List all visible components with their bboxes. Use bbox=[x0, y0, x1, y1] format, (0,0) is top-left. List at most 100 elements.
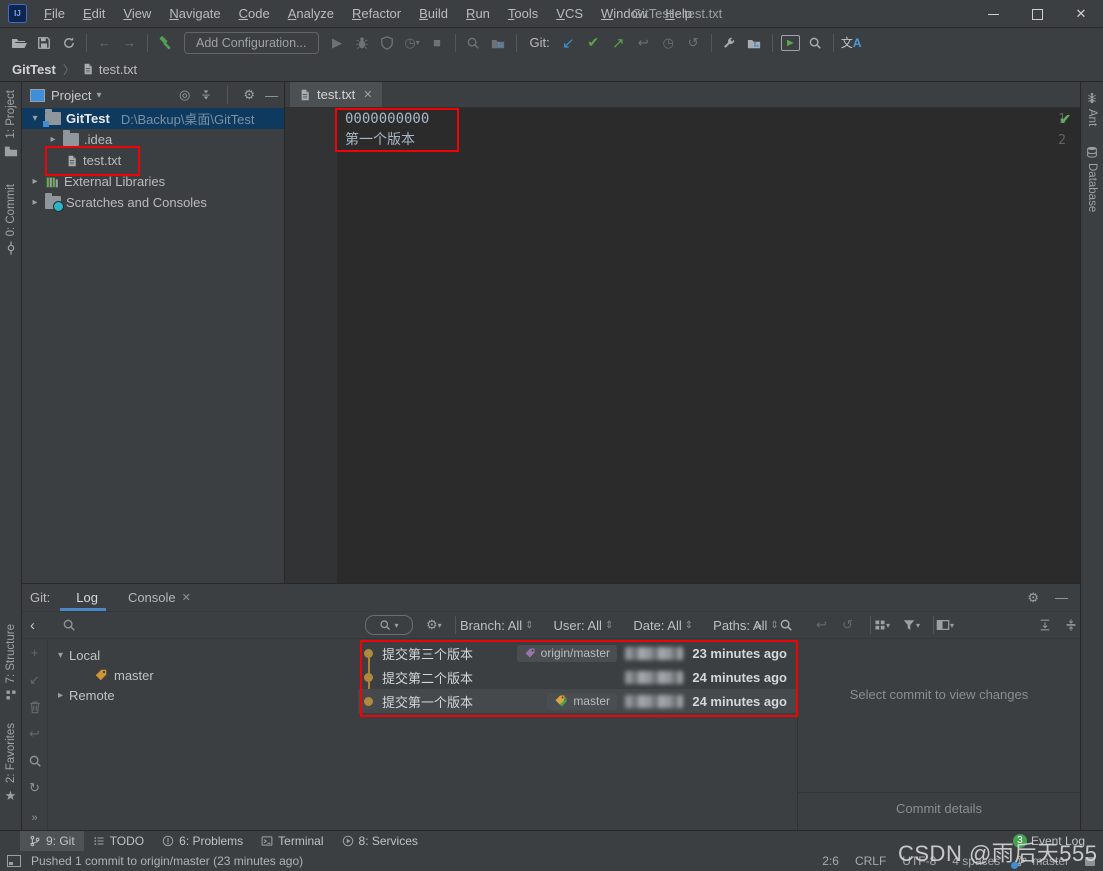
profiler-icon[interactable]: ◷ ▾ bbox=[400, 31, 425, 55]
caret-position[interactable]: 2:6 bbox=[822, 854, 839, 868]
code-line-2[interactable]: 第一个版本 bbox=[345, 130, 415, 151]
git-push-icon[interactable]: ↗ bbox=[606, 31, 631, 55]
toolwindow-todo[interactable]: TODO bbox=[84, 831, 153, 851]
project-structure-icon[interactable] bbox=[742, 31, 767, 55]
menu-file[interactable]: File bbox=[35, 0, 74, 28]
collapse-branches-icon[interactable]: ‹ bbox=[30, 612, 35, 638]
sidebar-item-commit[interactable]: 0: Commit bbox=[4, 184, 18, 255]
layout-icon[interactable]: ▾ bbox=[936, 612, 954, 638]
menu-refactor[interactable]: Refactor bbox=[343, 0, 410, 28]
open-icon[interactable] bbox=[6, 31, 31, 55]
editor-tab-testtxt[interactable]: test.txt ✕ bbox=[290, 82, 382, 107]
sidebar-item-structure[interactable]: 7: Structure bbox=[5, 624, 17, 700]
rollback-icon[interactable]: ↺ bbox=[681, 31, 706, 55]
sidebar-item-ant[interactable]: Ant bbox=[1086, 92, 1098, 126]
sidebar-item-database[interactable]: Database bbox=[1086, 146, 1098, 213]
branches-group-remote[interactable]: ▸ Remote bbox=[48, 685, 358, 705]
chevron-down-icon[interactable]: ▾ bbox=[30, 113, 40, 124]
add-icon[interactable]: + bbox=[22, 639, 47, 666]
filter-branch[interactable]: Branch: All ⇕ bbox=[460, 618, 534, 633]
settings-gear-icon[interactable]: ⚙ bbox=[1027, 590, 1039, 606]
toolwindow-terminal[interactable]: Terminal bbox=[252, 831, 332, 851]
maximize-button[interactable] bbox=[1015, 0, 1059, 28]
settings-gear-icon[interactable]: ⚙ bbox=[243, 87, 255, 103]
debug-bug-icon[interactable] bbox=[350, 31, 375, 55]
terminal-run-icon[interactable]: ▶ bbox=[778, 31, 803, 55]
tree-row-external-libraries[interactable]: ▸ External Libraries bbox=[22, 171, 284, 192]
coverage-icon[interactable] bbox=[375, 31, 400, 55]
breadcrumb-file[interactable]: test.txt bbox=[99, 62, 137, 77]
cherry-pick-icon[interactable]: ↩ bbox=[816, 612, 827, 638]
minimize-button[interactable] bbox=[971, 0, 1015, 28]
expand-all-icon[interactable] bbox=[1038, 612, 1052, 638]
locate-target-icon[interactable]: ◎ bbox=[179, 87, 190, 103]
search-icon[interactable] bbox=[22, 747, 47, 774]
toolwindow-services[interactable]: 8: Services bbox=[333, 831, 427, 851]
refresh-icon[interactable]: ↻ bbox=[22, 774, 47, 801]
sidebar-item-project[interactable]: 1: Project bbox=[4, 90, 18, 158]
save-icon[interactable] bbox=[31, 31, 56, 55]
filter-user[interactable]: User: All ⇕ bbox=[554, 618, 614, 633]
menu-view[interactable]: View bbox=[114, 0, 160, 28]
menu-tools[interactable]: Tools bbox=[499, 0, 547, 28]
tree-row-idea[interactable]: ▸ .idea bbox=[22, 129, 284, 150]
log-text-search-icon[interactable] bbox=[779, 612, 793, 638]
commit-row-1[interactable]: 提交第三个版本 origin/master 23 minutes ago bbox=[358, 641, 797, 665]
run-configuration-combo[interactable]: Add Configuration... bbox=[184, 31, 319, 54]
inspections-ok-icon[interactable]: ✔ bbox=[1059, 111, 1071, 128]
git-update-icon[interactable]: ↙ bbox=[556, 31, 581, 55]
branch-filter-search-icon[interactable] bbox=[62, 612, 76, 638]
breadcrumb-project[interactable]: GitTest bbox=[12, 62, 56, 77]
filter-date[interactable]: Date: All ⇕ bbox=[633, 618, 693, 633]
git-commit-icon[interactable]: ✔ bbox=[581, 31, 606, 55]
translate-icon[interactable]: 文A bbox=[839, 31, 864, 55]
tree-row-scratches[interactable]: ▸ Scratches and Consoles bbox=[22, 192, 284, 213]
chevron-down-icon[interactable]: ▾ bbox=[58, 650, 63, 661]
filter-funnel-icon[interactable]: ▾ bbox=[902, 612, 920, 638]
rollback-icon[interactable]: ↺ bbox=[842, 612, 853, 638]
tab-log[interactable]: Log bbox=[76, 590, 98, 605]
chevron-right-icon[interactable]: ▸ bbox=[30, 197, 40, 208]
menu-vcs[interactable]: VCS bbox=[547, 0, 592, 28]
history-icon[interactable]: ◷ bbox=[656, 31, 681, 55]
menu-analyze[interactable]: Analyze bbox=[279, 0, 343, 28]
cherry-pick-icon[interactable]: ↩ bbox=[22, 720, 47, 747]
menu-code[interactable]: Code bbox=[230, 0, 279, 28]
branches-group-local[interactable]: ▾ Local bbox=[48, 645, 358, 665]
commit-row-3[interactable]: 提交第一个版本 master 24 minutes ago bbox=[358, 689, 797, 713]
delete-icon[interactable] bbox=[22, 693, 47, 720]
menu-navigate[interactable]: Navigate bbox=[160, 0, 229, 28]
toolwindow-problems[interactable]: 6: Problems bbox=[153, 831, 252, 851]
menu-build[interactable]: Build bbox=[410, 0, 457, 28]
forward-icon[interactable]: → bbox=[117, 31, 142, 55]
status-message[interactable]: Pushed 1 commit to origin/master (23 min… bbox=[31, 854, 303, 868]
close-button[interactable]: ✕ bbox=[1059, 0, 1103, 28]
collapse-all-icon[interactable] bbox=[1064, 612, 1078, 638]
commit-row-2[interactable]: 提交第二个版本 24 minutes ago bbox=[358, 665, 797, 689]
package-icon[interactable] bbox=[486, 31, 511, 55]
attach-search-icon[interactable] bbox=[461, 31, 486, 55]
sidebar-item-favorites[interactable]: 2: Favorites ★ bbox=[5, 723, 17, 804]
tab-console[interactable]: Console bbox=[128, 590, 176, 605]
branch-row-master[interactable]: master bbox=[48, 665, 358, 685]
more-filters-icon[interactable]: » bbox=[755, 612, 762, 638]
menu-run[interactable]: Run bbox=[457, 0, 499, 28]
project-panel-title[interactable]: Project bbox=[51, 88, 91, 103]
chevron-right-icon[interactable]: ▸ bbox=[58, 690, 63, 701]
line-separator[interactable]: CRLF bbox=[855, 854, 886, 868]
code-line-1[interactable]: 0000000000 bbox=[345, 109, 429, 130]
sync-icon[interactable] bbox=[56, 31, 81, 55]
ref-chip-master[interactable]: master bbox=[547, 692, 617, 710]
menu-edit[interactable]: Edit bbox=[74, 0, 114, 28]
wrench-icon[interactable] bbox=[717, 31, 742, 55]
chevron-down-icon[interactable]: ▾ bbox=[96, 90, 101, 101]
editor-area[interactable]: test.txt ✕ 1 2 0000000000 第一个版本 ✔ bbox=[285, 82, 1080, 583]
toolwindow-git[interactable]: 9: Git bbox=[20, 831, 84, 851]
cherry-pick-icon[interactable]: ↩ bbox=[631, 31, 656, 55]
close-tab-icon[interactable]: ✕ bbox=[363, 88, 372, 101]
log-settings-gear-icon[interactable]: ⚙ ▾ bbox=[426, 612, 442, 638]
hide-panel-icon[interactable]: — bbox=[1055, 590, 1068, 605]
build-hammer-icon[interactable] bbox=[153, 31, 178, 55]
collapse-all-icon[interactable] bbox=[200, 89, 212, 101]
close-tab-icon[interactable]: ✕ bbox=[182, 591, 191, 604]
